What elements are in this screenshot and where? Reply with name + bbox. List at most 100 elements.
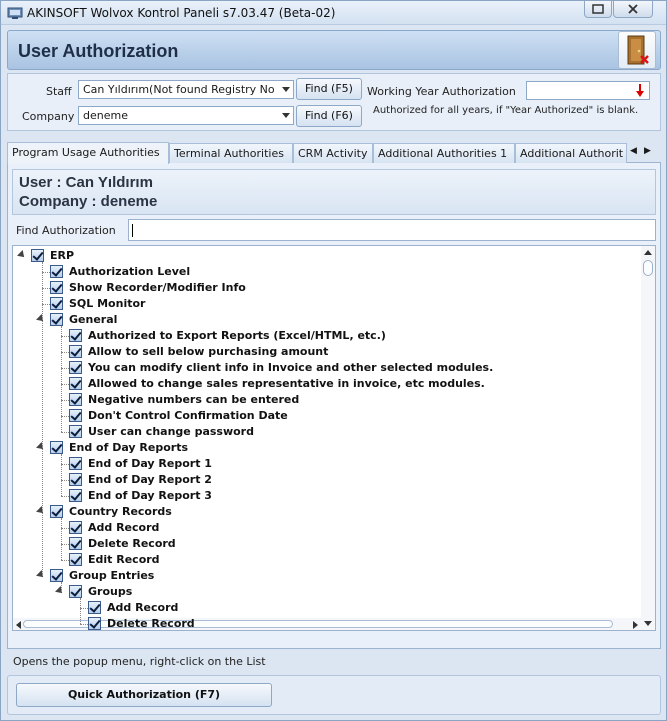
window-title: AKINSOFT Wolvox Kontrol Paneli s7.03.47 … bbox=[27, 6, 336, 20]
find-company-button[interactable]: Find (F6) bbox=[296, 105, 362, 127]
checkbox-checked-icon[interactable] bbox=[69, 473, 82, 486]
tree-collapse-icon[interactable] bbox=[17, 250, 27, 260]
checkbox-checked-icon[interactable] bbox=[88, 601, 101, 614]
checkbox-checked-icon[interactable] bbox=[69, 425, 82, 438]
scroll-left-icon[interactable] bbox=[15, 621, 21, 629]
vertical-scrollbar[interactable] bbox=[641, 246, 655, 630]
tab-scroll-left-icon[interactable]: ◀ bbox=[627, 143, 640, 160]
tree-node[interactable]: Show Recorder/Modifier Info bbox=[38, 280, 598, 296]
tree-node[interactable]: Add Record bbox=[57, 520, 617, 536]
tree-node[interactable]: Group Entries bbox=[36, 568, 598, 584]
tree-node-label: Groups bbox=[88, 585, 133, 598]
checkbox-checked-icon[interactable] bbox=[50, 297, 63, 310]
tree-node[interactable]: User can change password bbox=[57, 424, 617, 440]
tree-collapse-icon[interactable] bbox=[36, 442, 46, 452]
authorization-tree[interactable]: ERP Authorization Level Show Recorder/Modi… bbox=[12, 245, 656, 631]
checkbox-checked-icon[interactable] bbox=[69, 553, 82, 566]
checkbox-checked-icon[interactable] bbox=[69, 457, 82, 470]
tree-node[interactable]: Negative numbers can be entered bbox=[57, 392, 617, 408]
checkbox-checked-icon[interactable] bbox=[50, 505, 63, 518]
checkbox-checked-icon[interactable] bbox=[69, 537, 82, 550]
checkbox-checked-icon[interactable] bbox=[69, 409, 82, 422]
checkbox-checked-icon[interactable] bbox=[69, 377, 82, 390]
main-window: AKINSOFT Wolvox Kontrol Paneli s7.03.47 … bbox=[0, 0, 667, 721]
checkbox-checked-icon[interactable] bbox=[69, 521, 82, 534]
checkbox-checked-icon[interactable] bbox=[69, 393, 82, 406]
tab-additional-1[interactable]: Additional Authorities 1 bbox=[373, 143, 515, 163]
tree-node-label: User can change password bbox=[88, 425, 254, 438]
tree-node[interactable]: Country Records bbox=[36, 504, 598, 520]
tab-additional-2[interactable]: Additional Authorit bbox=[515, 143, 627, 163]
user-info-box: User : Can Yıldırım Company : deneme bbox=[12, 169, 656, 215]
tree-node-label: Negative numbers can be entered bbox=[88, 393, 300, 406]
text-caret bbox=[132, 224, 133, 237]
scroll-up-icon[interactable] bbox=[644, 249, 652, 255]
checkbox-checked-icon[interactable] bbox=[69, 329, 82, 342]
tree-node[interactable]: You can modify client info in Invoice an… bbox=[57, 360, 617, 376]
checkbox-checked-icon[interactable] bbox=[69, 361, 82, 374]
find-staff-button[interactable]: Find (F5) bbox=[296, 78, 362, 100]
staff-company-form: Staff Can Yıldırım(Not found Registry No… bbox=[7, 73, 661, 131]
tree-node[interactable]: ERP bbox=[17, 248, 579, 264]
quick-authorization-button[interactable]: Quick Authorization (F7) bbox=[16, 683, 272, 707]
tree-node[interactable]: SQL Monitor bbox=[38, 296, 598, 312]
checkbox-checked-icon[interactable] bbox=[69, 585, 82, 598]
tab-crm-activity[interactable]: CRM Activity bbox=[293, 143, 373, 163]
tree-node[interactable]: End of Day Report 1 bbox=[57, 456, 617, 472]
tree-node[interactable]: Edit Record bbox=[57, 552, 617, 568]
tree-collapse-icon[interactable] bbox=[36, 570, 46, 580]
vertical-scroll-thumb[interactable] bbox=[643, 260, 653, 276]
tree-node[interactable]: Don't Control Confirmation Date bbox=[57, 408, 617, 424]
staff-dropdown[interactable]: Can Yıldırım(Not found Registry No bbox=[78, 80, 294, 99]
tab-terminal[interactable]: Terminal Authorities bbox=[169, 143, 293, 163]
tab-strip: Program Usage Authorities Terminal Autho… bbox=[7, 142, 661, 164]
app-icon bbox=[7, 7, 23, 19]
tree-node[interactable]: Groups bbox=[55, 584, 617, 600]
tree-node-label: End of Day Reports bbox=[69, 441, 189, 454]
scroll-down-icon[interactable] bbox=[644, 621, 652, 627]
title-bar: AKINSOFT Wolvox Kontrol Paneli s7.03.47 … bbox=[1, 1, 666, 25]
company-dropdown[interactable]: deneme bbox=[78, 106, 294, 125]
tree-node-label: Don't Control Confirmation Date bbox=[88, 409, 288, 422]
find-authorization-input[interactable] bbox=[128, 219, 656, 241]
tree-collapse-icon[interactable] bbox=[55, 586, 65, 596]
checkbox-checked-icon[interactable] bbox=[69, 489, 82, 502]
tree-node[interactable]: End of Day Report 3 bbox=[57, 488, 617, 504]
tab-scroll-right-icon[interactable]: ▶ bbox=[641, 143, 654, 160]
tree-guide-line bbox=[61, 454, 62, 496]
checkbox-checked-icon[interactable] bbox=[88, 617, 101, 630]
tree-node[interactable]: Authorization Level bbox=[38, 264, 598, 280]
arrow-down-icon bbox=[636, 84, 644, 97]
tree-collapse-icon[interactable] bbox=[36, 506, 46, 516]
exit-button[interactable] bbox=[618, 31, 656, 69]
restore-button[interactable] bbox=[584, 1, 612, 18]
tree-node-label: Allow to sell below purchasing amount bbox=[88, 345, 329, 358]
tree-node[interactable]: Delete Record bbox=[57, 536, 617, 552]
checkbox-checked-icon[interactable] bbox=[50, 281, 63, 294]
tree-guide-line bbox=[42, 262, 43, 576]
tree-node-label: Delete Record bbox=[107, 617, 195, 630]
working-year-input[interactable] bbox=[526, 81, 650, 100]
tree-node-label: Delete Record bbox=[88, 537, 176, 550]
tree-node[interactable]: General bbox=[36, 312, 598, 328]
checkbox-checked-icon[interactable] bbox=[50, 569, 63, 582]
tree-node[interactable]: Allowed to change sales representative i… bbox=[57, 376, 617, 392]
tree-node[interactable]: End of Day Report 2 bbox=[57, 472, 617, 488]
tree-node[interactable]: Allow to sell below purchasing amount bbox=[57, 344, 617, 360]
close-button[interactable] bbox=[613, 1, 653, 18]
tree-node-label: You can modify client info in Invoice an… bbox=[88, 361, 494, 374]
checkbox-checked-icon[interactable] bbox=[50, 441, 63, 454]
tree-collapse-icon[interactable] bbox=[36, 314, 46, 324]
tree-node[interactable]: Add Record bbox=[76, 600, 636, 616]
tab-program-usage[interactable]: Program Usage Authorities bbox=[7, 142, 169, 164]
restore-icon bbox=[592, 4, 604, 14]
tree-node[interactable]: Authorized to Export Reports (Excel/HTML… bbox=[57, 328, 617, 344]
page-header: User Authorization bbox=[7, 30, 661, 70]
tree-node-label: Add Record bbox=[88, 521, 160, 534]
tree-node[interactable]: Delete Record bbox=[76, 616, 636, 630]
checkbox-checked-icon[interactable] bbox=[69, 345, 82, 358]
checkbox-checked-icon[interactable] bbox=[31, 249, 44, 262]
checkbox-checked-icon[interactable] bbox=[50, 313, 63, 326]
tree-node[interactable]: End of Day Reports bbox=[36, 440, 598, 456]
checkbox-checked-icon[interactable] bbox=[50, 265, 63, 278]
